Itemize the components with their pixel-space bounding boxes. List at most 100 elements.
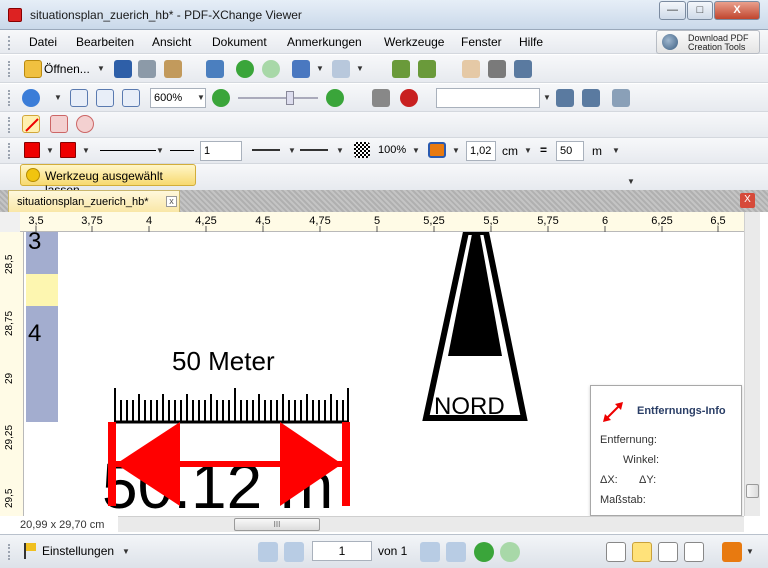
horizontal-scroll-thumb[interactable]: III (234, 518, 320, 531)
scale-value-input[interactable]: 1,02 (466, 141, 496, 161)
line-color-icon[interactable] (24, 142, 40, 158)
open-folder-icon[interactable] (24, 60, 42, 78)
find-previous-icon[interactable] (556, 89, 574, 107)
first-page-icon[interactable] (258, 542, 278, 562)
area-tool-icon[interactable] (76, 115, 94, 133)
settings-button[interactable]: Einstellungen (42, 544, 114, 558)
find-next-icon[interactable] (582, 89, 600, 107)
vertical-scrollbar[interactable] (744, 212, 760, 516)
open-button[interactable]: Öffnen... (44, 62, 90, 76)
single-page-view-icon[interactable] (606, 542, 626, 562)
color-scheme-icon[interactable] (428, 142, 446, 158)
chevron-down-icon[interactable]: ▼ (54, 93, 62, 102)
vertical-scroll-thumb[interactable] (746, 484, 759, 498)
chevron-down-icon[interactable]: ▼ (122, 547, 130, 556)
undo-icon[interactable] (292, 60, 310, 78)
ask-icon[interactable] (400, 89, 418, 107)
chevron-down-icon[interactable]: ▼ (156, 146, 164, 155)
arrow-end-icon[interactable] (300, 149, 328, 151)
line-style-preview[interactable] (100, 150, 156, 151)
minimize-button[interactable]: — (659, 1, 686, 20)
menu-fenster[interactable]: Fenster (461, 35, 502, 49)
next-page-icon[interactable] (420, 542, 440, 562)
close-button[interactable]: X (714, 1, 760, 20)
download-pdf-tools-button[interactable]: Download PDF Creation Tools (656, 30, 760, 54)
chevron-down-icon[interactable]: ▼ (612, 146, 620, 155)
toolbar-grip[interactable] (8, 143, 12, 159)
snapshot-icon[interactable] (488, 60, 506, 78)
menu-hilfe[interactable]: Hilfe (519, 35, 543, 49)
toolbar-grip[interactable] (8, 117, 12, 133)
continuous-view-icon[interactable] (632, 542, 652, 562)
chevron-down-icon[interactable]: ▼ (452, 146, 460, 155)
maximize-button[interactable]: □ (687, 1, 713, 20)
last-page-icon[interactable] (446, 542, 466, 562)
fill-color-icon[interactable] (60, 142, 76, 158)
continuous-facing-view-icon[interactable] (684, 542, 704, 562)
menu-ansicht[interactable]: Ansicht (152, 35, 191, 49)
zoom-in-icon[interactable] (326, 89, 344, 107)
back-icon[interactable] (474, 542, 494, 562)
previous-page-icon[interactable] (284, 542, 304, 562)
distance-measurement-annotation[interactable] (104, 418, 364, 508)
zoom-out-icon[interactable] (212, 89, 230, 107)
facing-view-icon[interactable] (658, 542, 678, 562)
page-number-input[interactable]: 1 (312, 541, 372, 561)
chevron-down-icon[interactable]: ▼ (97, 64, 105, 73)
perimeter-tool-icon[interactable] (50, 115, 68, 133)
menu-datei[interactable]: Datei (29, 35, 57, 49)
zoom-slider-handle[interactable] (286, 91, 294, 105)
typewriter-icon[interactable] (514, 60, 532, 78)
menu-anmerkungen[interactable]: Anmerkungen (287, 35, 362, 49)
chevron-down-icon[interactable]: ▼ (288, 146, 296, 155)
document-tab[interactable]: situationsplan_zuerich_hb* x (8, 190, 180, 212)
menu-werkzeuge[interactable]: Werkzeuge (384, 35, 444, 49)
horizontal-scrollbar[interactable]: III (118, 516, 744, 532)
toolbar-overflow-icon[interactable]: ▼ (627, 177, 635, 186)
chevron-down-icon[interactable]: ▼ (46, 146, 54, 155)
save-icon[interactable] (114, 60, 132, 78)
forward-icon[interactable] (500, 542, 520, 562)
fit-width-icon[interactable] (122, 89, 140, 107)
chevron-down-icon[interactable]: ▼ (524, 146, 532, 155)
menu-bearbeiten[interactable]: Bearbeiten (76, 35, 134, 49)
toolbar-grip[interactable] (8, 36, 12, 50)
chevron-down-icon[interactable]: ▼ (412, 146, 420, 155)
chevron-down-icon[interactable]: ▼ (316, 64, 324, 73)
chevron-down-icon[interactable]: ▼ (543, 93, 551, 102)
opacity-value[interactable]: 100% (378, 144, 406, 156)
chevron-down-icon[interactable]: ▼ (336, 146, 344, 155)
chevron-down-icon[interactable]: ▼ (82, 146, 90, 155)
scale-unit-select[interactable]: cm (502, 144, 518, 158)
fit-page-icon[interactable] (96, 89, 114, 107)
redo-icon[interactable] (332, 60, 350, 78)
scan-icon[interactable] (164, 60, 182, 78)
back-icon[interactable] (236, 60, 254, 78)
actual-size-icon[interactable] (70, 89, 88, 107)
real-unit-select[interactable]: m (592, 144, 602, 158)
filter-icon[interactable] (612, 89, 630, 107)
toolbar-grip[interactable] (8, 90, 12, 106)
toolbar-grip[interactable] (8, 544, 12, 560)
menu-dokument[interactable]: Dokument (212, 35, 267, 49)
print-icon[interactable] (138, 60, 156, 78)
toolbar-grip[interactable] (8, 61, 12, 77)
zoom-tool-icon[interactable] (22, 89, 40, 107)
zoom-slider[interactable] (238, 97, 318, 99)
keep-tool-selected-button[interactable]: Werkzeug ausgewählt lassen (20, 164, 196, 197)
line-width-input[interactable]: 1 (200, 141, 242, 161)
close-document-button[interactable]: X (740, 193, 755, 208)
real-value-input[interactable]: 50 (556, 141, 584, 161)
binoculars-icon[interactable] (372, 89, 390, 107)
arrow-start-icon[interactable] (252, 149, 280, 151)
hand-pointer-icon[interactable] (722, 542, 742, 562)
chevron-down-icon[interactable]: ▼ (356, 64, 364, 73)
search-input[interactable] (436, 88, 540, 108)
forward-icon[interactable] (262, 60, 280, 78)
rotate-right-icon[interactable] (418, 60, 436, 78)
hand-tool-icon[interactable] (462, 60, 480, 78)
rotate-left-icon[interactable] (392, 60, 410, 78)
distance-tool-icon[interactable] (22, 115, 40, 133)
chevron-down-icon[interactable]: ▼ (746, 547, 754, 556)
email-icon[interactable] (206, 60, 224, 78)
